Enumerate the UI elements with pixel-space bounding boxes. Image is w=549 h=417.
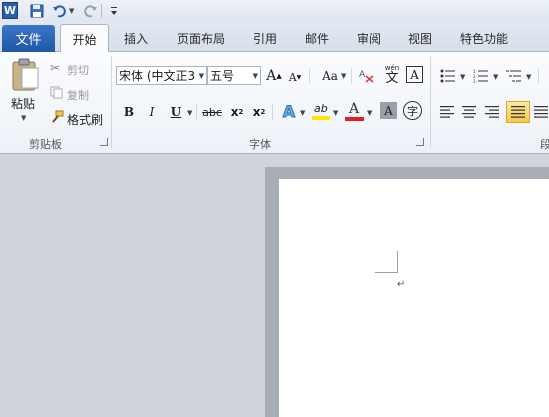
group-divider xyxy=(430,56,431,148)
highlight-dropdown-icon[interactable]: ▼ xyxy=(333,109,338,117)
clipboard-dialog-launcher-icon[interactable] xyxy=(100,138,108,146)
multilevel-dropdown-icon[interactable]: ▼ xyxy=(526,73,531,81)
bold-button[interactable]: B xyxy=(119,102,139,122)
font-color-dropdown-icon[interactable]: ▼ xyxy=(367,109,372,117)
font-dialog-launcher-icon[interactable] xyxy=(416,138,424,146)
tab-review[interactable]: 审阅 xyxy=(357,30,381,47)
clipboard-group-label: 剪贴板 xyxy=(29,138,62,151)
cut-button[interactable]: 剪切 xyxy=(67,62,89,78)
change-case-button[interactable]: Aa xyxy=(318,66,342,86)
superscript-button[interactable]: x2 xyxy=(249,102,269,122)
font-name-value: 宋体 (中文正3 xyxy=(119,69,196,83)
justify-icon[interactable] xyxy=(506,101,530,123)
font-size-select[interactable]: 五号 ▼ xyxy=(207,66,261,85)
tab-file[interactable]: 文件 xyxy=(2,25,55,52)
subscript-button[interactable]: x2 xyxy=(227,102,247,122)
divider xyxy=(538,68,539,84)
customize-quick-access-icon[interactable] xyxy=(105,3,122,19)
undo-icon[interactable] xyxy=(50,3,67,19)
copy-icon[interactable] xyxy=(50,86,63,102)
font-color-button[interactable]: A xyxy=(344,101,366,121)
underline-button[interactable]: U xyxy=(166,102,186,122)
ribbon-panel: 粘贴 ▼ ✂ 剪切 复制 格式刷 剪贴板 宋体 (中文正3 ▼ 五号 ▼ A ▲ … xyxy=(0,52,549,154)
highlight-label: ab xyxy=(314,102,328,115)
highlight-color-bar xyxy=(312,116,330,120)
bullets-icon[interactable] xyxy=(438,66,458,86)
tab-home[interactable]: 开始 xyxy=(60,24,109,53)
format-painter-icon[interactable] xyxy=(50,110,64,127)
strikethrough-button[interactable]: abc xyxy=(200,102,224,122)
format-painter-button[interactable]: 格式刷 xyxy=(67,111,103,128)
font-color-label: A xyxy=(349,101,360,117)
tab-insert[interactable]: 插入 xyxy=(124,30,148,47)
toolbar-divider xyxy=(101,4,102,18)
divider xyxy=(272,104,273,120)
divider xyxy=(309,68,310,84)
tab-mailings[interactable]: 邮件 xyxy=(305,30,329,47)
quick-access-toolbar: W ▼ xyxy=(0,0,549,22)
character-border-button[interactable]: A xyxy=(406,66,423,83)
numbering-dropdown-icon[interactable]: ▼ xyxy=(493,73,498,81)
group-divider xyxy=(111,56,112,148)
change-case-dropdown-icon[interactable]: ▼ xyxy=(341,72,346,80)
text-effects-dropdown-icon[interactable]: ▼ xyxy=(300,109,305,117)
text-effects-button[interactable]: A xyxy=(279,101,299,121)
highlight-button[interactable]: ab xyxy=(311,101,333,121)
paste-dropdown-icon[interactable]: ▼ xyxy=(21,114,26,122)
underline-dropdown-icon[interactable]: ▼ xyxy=(187,109,192,117)
font-size-value: 五号 xyxy=(210,69,235,83)
font-name-select[interactable]: 宋体 (中文正3 ▼ xyxy=(116,66,207,85)
numbering-icon[interactable]: 123 xyxy=(471,66,491,86)
word-app-icon[interactable]: W xyxy=(2,2,18,19)
chevron-down-icon: ▼ xyxy=(252,72,258,80)
character-shading-button[interactable]: A xyxy=(380,102,397,119)
font-group-label: 字体 xyxy=(249,138,271,151)
copy-button[interactable]: 复制 xyxy=(67,87,89,103)
enclose-characters-button[interactable]: 字 xyxy=(403,101,422,120)
italic-button[interactable]: I xyxy=(142,102,162,122)
svg-text:A: A xyxy=(359,70,366,80)
divider xyxy=(351,68,352,84)
align-right-icon[interactable] xyxy=(482,102,502,122)
paste-label[interactable]: 粘贴 xyxy=(11,95,35,112)
paragraph-group-label: 段 xyxy=(540,138,549,151)
tab-page-layout[interactable]: 页面布局 xyxy=(177,30,225,47)
margin-corner-mark xyxy=(375,272,398,273)
align-center-icon[interactable] xyxy=(459,102,479,122)
grow-font-button[interactable]: A ▲ xyxy=(264,66,284,86)
divider xyxy=(196,104,197,120)
scissors-icon[interactable]: ✂ xyxy=(50,61,60,75)
phonetic-guide-button[interactable]: wén 文 xyxy=(381,64,403,88)
tab-references[interactable]: 引用 xyxy=(253,30,277,47)
svg-text:3: 3 xyxy=(473,79,476,83)
tab-special-features[interactable]: 特色功能 xyxy=(460,30,508,47)
shrink-font-button[interactable]: A ▼ xyxy=(285,67,305,87)
undo-dropdown-icon[interactable]: ▼ xyxy=(69,7,74,15)
distributed-align-icon[interactable] xyxy=(533,102,549,122)
chevron-down-icon: ▼ xyxy=(198,72,204,80)
margin-corner-mark xyxy=(397,251,398,273)
phonetic-char: 文 xyxy=(385,71,399,86)
ribbon-tab-bar: 文件 开始 插入 页面布局 引用 邮件 审阅 视图 特色功能 xyxy=(0,22,549,53)
multilevel-list-icon[interactable] xyxy=(504,66,524,86)
font-color-bar xyxy=(345,117,364,121)
bullets-dropdown-icon[interactable]: ▼ xyxy=(460,73,465,81)
paste-icon[interactable] xyxy=(10,58,40,92)
paragraph-mark: ↵ xyxy=(397,279,406,290)
document-page[interactable]: ↵ xyxy=(279,179,549,417)
redo-icon[interactable] xyxy=(82,3,99,19)
align-left-icon[interactable] xyxy=(437,102,457,122)
clear-formatting-icon[interactable]: A xyxy=(357,66,377,86)
save-icon[interactable] xyxy=(28,3,45,19)
tab-view[interactable]: 视图 xyxy=(408,30,432,47)
